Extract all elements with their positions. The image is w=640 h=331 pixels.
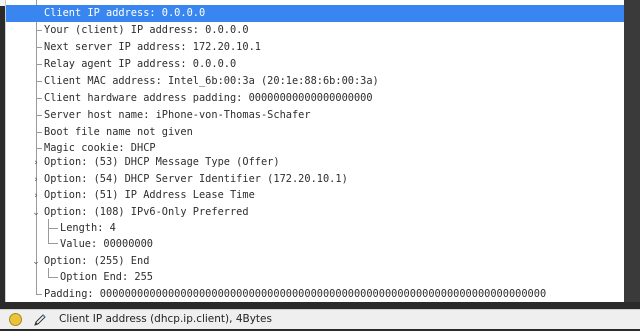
tree-row-next-server-ip[interactable]: Next server IP address: 172.20.10.1 bbox=[6, 39, 624, 56]
tree-row-label: Option: (108) IPv6-Only Preferred bbox=[44, 206, 249, 218]
tree-row-padding[interactable]: Padding: 0000000000000000000000000000000… bbox=[6, 286, 624, 302]
tree-row-client-mac[interactable]: Client MAC address: Intel_6b:00:3a (20:1… bbox=[6, 73, 624, 90]
chevron-right-icon[interactable]: › bbox=[31, 158, 41, 168]
tree-row-label: Client IP address: 0.0.0.0 bbox=[44, 7, 206, 19]
chevron-right-icon[interactable]: › bbox=[31, 191, 41, 201]
expert-info-led-icon[interactable] bbox=[9, 313, 22, 326]
tree-row-label: Value: 00000000 bbox=[60, 238, 153, 250]
tree-row-label: Padding: 0000000000000000000000000000000… bbox=[44, 288, 547, 300]
tree-row-hw-padding[interactable]: Client hardware address padding: 0000000… bbox=[6, 90, 624, 107]
tree-row-label: Option: (51) IP Address Lease Time bbox=[44, 189, 255, 201]
tree-row-label: Next server IP address: 172.20.10.1 bbox=[44, 41, 261, 53]
tree-row-option-108[interactable]: ⌄ Option: (108) IPv6-Only Preferred bbox=[6, 204, 624, 221]
tree-row-client-ip[interactable]: Client IP address: 0.0.0.0 bbox=[6, 5, 624, 22]
tree-row-relay-agent-ip[interactable]: Relay agent IP address: 0.0.0.0 bbox=[6, 56, 624, 73]
tree-row-label: Client MAC address: Intel_6b:00:3a (20:1… bbox=[44, 75, 379, 87]
tree-row-label: Length: 4 bbox=[60, 222, 116, 234]
tree-row-label: Option End: 255 bbox=[60, 271, 153, 283]
tree-row-label: Option: (54) DHCP Server Identifier (172… bbox=[44, 173, 348, 185]
tree-row-length[interactable]: Length: 4 bbox=[6, 220, 624, 237]
tree-row-label: Your (client) IP address: 0.0.0.0 bbox=[44, 24, 249, 36]
tree-row-label: Option: (53) DHCP Message Type (Offer) bbox=[44, 156, 280, 168]
chevron-right-icon[interactable]: › bbox=[31, 175, 41, 185]
tree-row-label: Relay agent IP address: 0.0.0.0 bbox=[44, 58, 237, 70]
tree-row-label: Boot file name not given bbox=[44, 126, 193, 138]
tree-row-your-ip[interactable]: Your (client) IP address: 0.0.0.0 bbox=[6, 22, 624, 39]
tree-row-option-255[interactable]: ⌄ Option: (255) End bbox=[6, 253, 624, 270]
tree-row-server-host[interactable]: Server host name: iPhone-von-Thomas-Scha… bbox=[6, 107, 624, 124]
edit-comment-icon[interactable] bbox=[33, 312, 47, 326]
tree-row-label: Client hardware address padding: 0000000… bbox=[44, 92, 373, 104]
tree-row-option-51[interactable]: › Option: (51) IP Address Lease Time bbox=[6, 187, 624, 204]
pane-splitter[interactable] bbox=[0, 302, 640, 309]
tree-row-label: Option: (255) End bbox=[44, 255, 150, 267]
tree-row-boot-file[interactable]: Boot file name not given bbox=[6, 124, 624, 141]
tree-row-label: Server host name: iPhone-von-Thomas-Scha… bbox=[44, 109, 311, 121]
tree-row-option-53[interactable]: › Option: (53) DHCP Message Type (Offer) bbox=[6, 154, 624, 171]
tree-row-option-end[interactable]: Option End: 255 bbox=[6, 269, 624, 286]
status-field-info: Client IP address (dhcp.ip.client), 4Byt… bbox=[59, 313, 272, 325]
status-bar: Client IP address (dhcp.ip.client), 4Byt… bbox=[0, 309, 640, 329]
window-edge bbox=[624, 0, 640, 302]
chevron-down-icon[interactable]: ⌄ bbox=[31, 257, 41, 267]
tree-row-value[interactable]: Value: 00000000 bbox=[6, 236, 624, 253]
tree-row-option-54[interactable]: › Option: (54) DHCP Server Identifier (1… bbox=[6, 171, 624, 188]
chevron-down-icon[interactable]: ⌄ bbox=[31, 208, 41, 218]
packet-details-pane[interactable]: Client IP address: 0.0.0.0 Your (client)… bbox=[5, 0, 625, 302]
